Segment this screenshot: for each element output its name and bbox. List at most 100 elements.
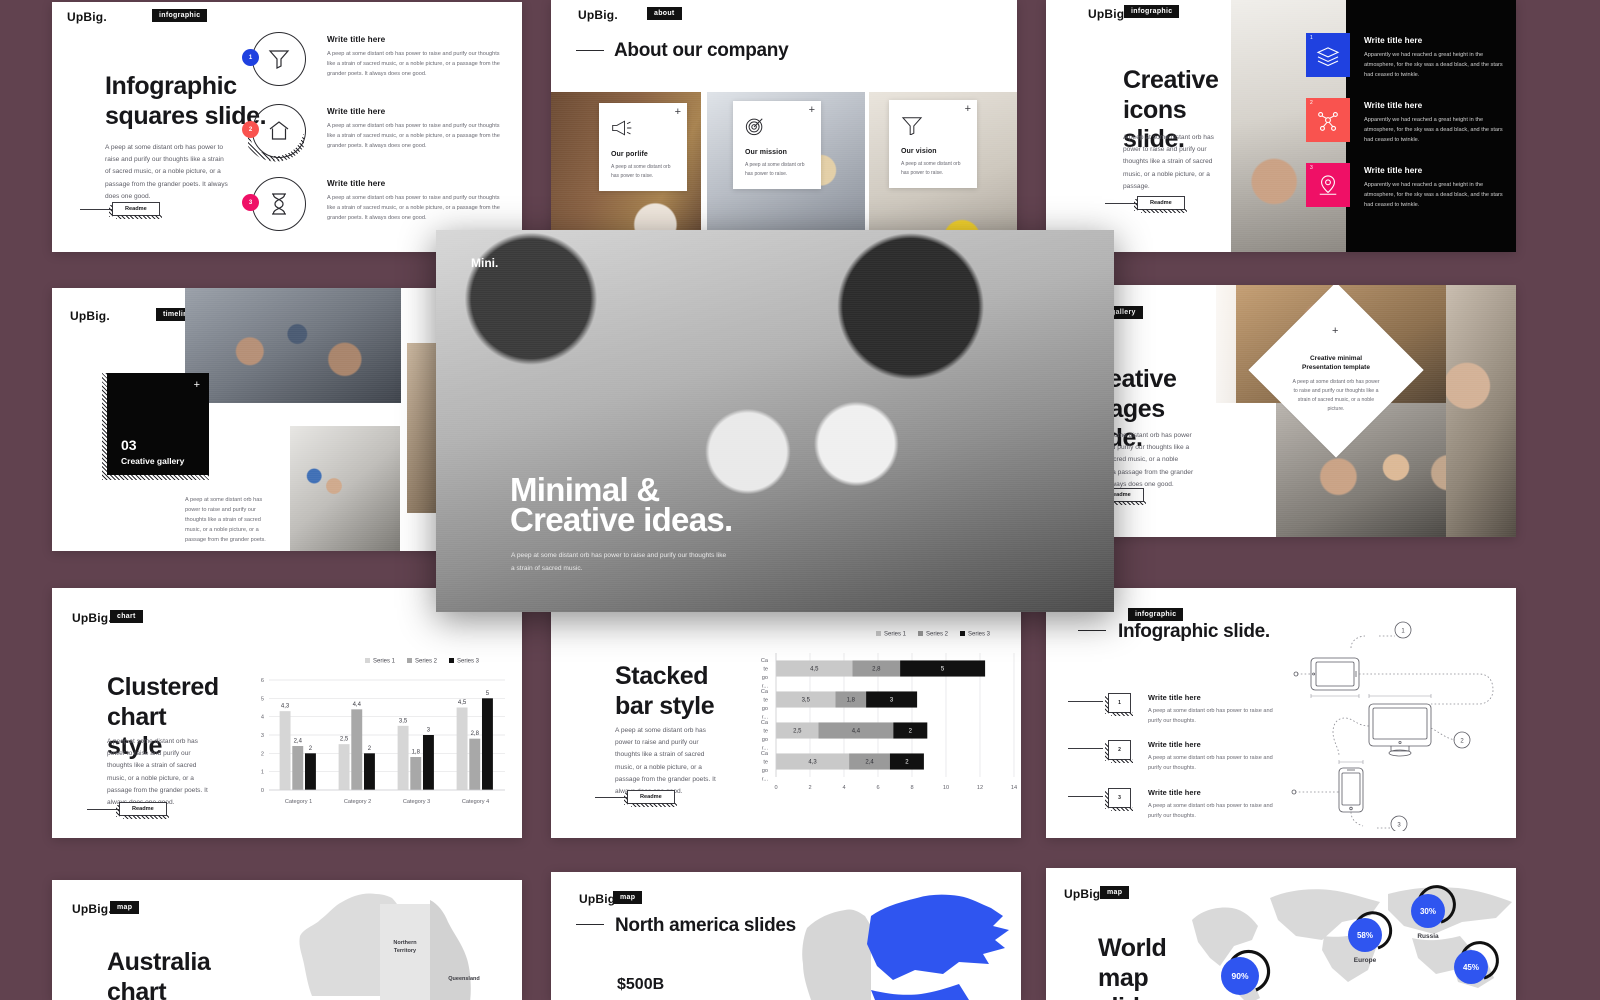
bar-series-3[interactable] [422,735,434,790]
icon-tile-3[interactable]: 3 [1306,163,1350,207]
australia-map-graphic[interactable]: Northern Territory Queensland [202,886,522,1000]
icon-item-1-text: Write title here Apparently we had reach… [1364,36,1504,80]
page-title: Infographic slide. [1118,621,1270,642]
bar-series-2[interactable] [469,738,481,790]
plus-icon[interactable]: + [809,105,815,116]
region-label-qld: Queensland [448,976,479,982]
title-rule [576,924,604,925]
readme-label: Readme [1134,196,1187,213]
device-item-1[interactable]: 1 [1068,693,1133,716]
card-title: Our porlife [611,151,648,158]
bar-value-label: 4,3 [281,704,290,710]
step-number: 1 [1118,700,1121,706]
diamond-card[interactable]: + Creative minimal Presentation template… [1248,285,1424,458]
item-text: Apparently we had reached a great height… [1364,52,1503,79]
megaphone-icon [612,120,632,136]
icon-item-3-text: Write title here Apparently we had reach… [1364,166,1504,210]
bar-series-2[interactable] [351,709,363,790]
diamond-inner: + Creative minimal Presentation template… [1274,308,1398,432]
world-map-graphic[interactable]: 90% America 58% Europe 30% Russia 45% [1174,872,1514,1000]
item-text: Apparently we had reached a great height… [1364,182,1503,209]
item-title: Write title here [327,107,386,116]
device-marker-2: 2 [1460,739,1464,745]
slide-australia-map[interactable]: UpBig. map Australia chart Northern Terr… [52,880,522,1000]
bar-series-2[interactable] [410,757,422,790]
layers-icon [1316,47,1340,66]
slide-creative-images[interactable]: gallery Creative images slide. A peep at… [1046,285,1516,537]
bar-series-1[interactable] [279,711,291,790]
infographic-item-2-text: Write title here A peep at some distant … [327,107,502,151]
about-card-1[interactable]: + Our porlife A peep at some distant orb… [599,103,687,191]
x-tick-label: 12 [977,785,983,791]
slide-clustered-chart[interactable]: UpBig. chart Clustered chart style A pee… [52,588,522,838]
stack-value-label: 4,5 [810,667,819,673]
y-tick-label: 6 [261,678,264,684]
bar-value-label: 4,4 [353,702,362,708]
stat-value: $500B [617,976,665,993]
bar-value-label: 2,8 [471,731,480,737]
tile-number: 1 [1310,35,1313,41]
readme-button[interactable]: Readme [80,202,162,219]
marker-label: Europe [1354,957,1377,964]
slide-about[interactable]: UpBig. about About our company + Our por… [551,0,1017,262]
readme-button[interactable]: Readme [595,790,677,807]
infographic-item-3[interactable]: 3 [242,177,306,231]
slide-north-america-map[interactable]: UpBig. map North america slides $500B [551,872,1021,1000]
plus-icon[interactable]: + [194,380,200,391]
world-marker-america[interactable]: 90% America [1221,949,1271,1000]
slide-stacked-chart[interactable]: Stacked bar style A peep at some distant… [551,600,1021,838]
step-number-badge: 2 [242,121,259,138]
plus-icon[interactable]: + [675,107,681,118]
item-text: Apparently we had reached a great height… [1364,117,1503,144]
monitor-icon [1368,703,1432,747]
bar-series-1[interactable] [397,725,409,790]
region-canada[interactable] [867,894,1009,980]
item-title: Write title here [1364,36,1423,45]
about-card-3[interactable]: + Our vision A peep at some distant orb … [889,100,977,188]
page-body-text: A peep at some distant orb has power to … [1123,134,1214,190]
plus-icon[interactable]: + [965,104,971,115]
region-usa[interactable] [871,984,969,1000]
page-title: North america slides [615,915,796,936]
readme-button[interactable]: Readme [87,802,169,819]
stack-value-label: 2,4 [865,760,874,766]
bar-series-3[interactable] [304,753,316,790]
slide-world-map[interactable]: UpBig. map World map slide 90% America [1046,868,1516,1000]
y-tick-label: go [762,737,768,743]
gallery-black-card[interactable]: + 03 Creative gallery [102,373,209,480]
bar-series-1[interactable] [456,707,468,791]
hero-title-line2: Creative ideas. [510,501,733,538]
hourglass-icon [272,193,286,215]
bar-series-2[interactable] [292,746,304,790]
infographic-item-2[interactable]: 2 [242,104,306,165]
slide-hero-overlay[interactable]: Mini. Minimal & Creative ideas. A peep a… [436,230,1114,612]
region-queensland[interactable] [430,900,471,1000]
north-america-map-graphic[interactable] [789,872,1019,1000]
about-card-2[interactable]: + Our mission A peep at some distant orb… [733,101,821,189]
plus-icon[interactable]: + [1332,325,1338,337]
slide-infographic-squares[interactable]: UpBig. infographic Infographic squares s… [52,2,522,252]
readme-button[interactable]: Readme [1105,196,1187,213]
device-item-3[interactable]: 3 [1068,788,1133,811]
world-marker-europe[interactable]: 58% Europe [1348,911,1393,964]
region-alaska[interactable] [802,909,871,1000]
infographic-item-1[interactable]: 1 [242,32,306,86]
marker-value: 45% [1463,963,1479,972]
slide-infographic-devices[interactable]: infographic Infographic slide. 1 Write t… [1046,588,1516,838]
legend-item: Series 1 [884,632,907,638]
marker-label: Russia [1417,933,1439,940]
x-tick-label: 2 [808,785,811,791]
bar-series-3[interactable] [481,698,493,790]
legend-item: Series 3 [968,632,991,638]
icon-tile-1[interactable]: 1 [1306,33,1350,77]
diamond-text: A peep at some distant orb has power to … [1292,379,1380,412]
icon-tile-2[interactable]: 2 [1306,98,1350,142]
bar-series-1[interactable] [338,744,350,790]
clustered-bar-chart[interactable]: 0 1 2 3 4 5 6 4,3 2,4 2 Category 1 2,5 4,4 2 Category … [247,650,507,820]
step-square-1: 1 [1105,693,1133,716]
device-item-2[interactable]: 2 [1068,740,1133,763]
bar-series-3[interactable] [363,753,375,790]
step-number-badge: 1 [242,49,259,66]
stacked-bar-chart[interactable]: 0 2 4 6 8 10 12 144,5 2,8 5Categor...3,5 1,8 3Categ… [736,625,1021,810]
slide-creative-icons[interactable]: UpBig. infographic Creative icons slide.… [1046,0,1516,252]
